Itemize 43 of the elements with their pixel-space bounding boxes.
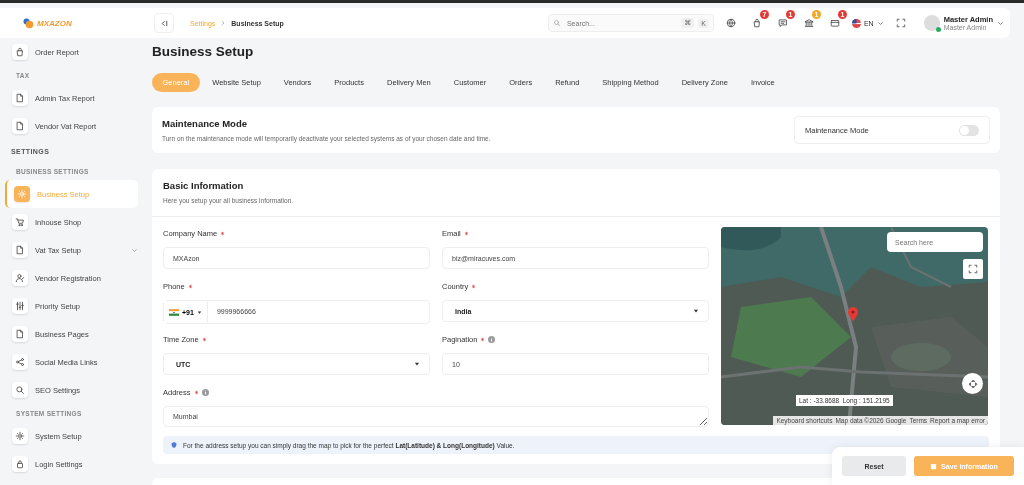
chevron-icon [220,20,227,26]
bag-icon [751,18,762,28]
document-icon [15,329,25,339]
fullscreen-icon [968,264,978,274]
move-icon [967,378,978,389]
caret-icon [414,361,420,367]
search-icon [552,19,561,27]
map-pin-icon[interactable] [848,307,858,321]
caret-icon [997,19,1004,27]
fullscreen-icon [895,18,906,28]
bag-icon [15,47,25,57]
caret-icon [196,309,202,315]
card-title: Basic Information [163,180,245,191]
document-icon [15,245,25,255]
fullscreen-button[interactable] [963,259,983,279]
sidebar-toggle-button[interactable] [154,13,174,33]
card-title: Maintenance Mode [162,118,248,129]
gear-icon [15,431,25,441]
share-icon [15,357,25,367]
save-icon [930,462,938,470]
search-icon [15,385,25,395]
document-icon [15,121,25,131]
gear-icon [17,189,27,199]
caret-icon [876,19,884,27]
document-icon [15,93,25,103]
sliders-icon [15,301,25,311]
chat-icon [777,18,788,28]
page-title: Business Setup [152,44,255,59]
globe-icon [725,18,736,28]
shield-icon [171,442,177,448]
collapse-icon [159,18,169,28]
toggle-switch[interactable] [959,124,979,136]
card-icon [829,18,840,28]
user-icon [15,273,25,283]
brand-name: MXAZON [37,18,72,28]
cart-icon [15,217,25,227]
logo-icon [22,17,34,29]
bank-icon [803,18,814,28]
lock-icon [15,459,25,469]
chevron-icon [131,246,138,254]
caret-icon [693,308,699,314]
flag-icon [169,308,179,316]
flag-icon [851,18,861,28]
